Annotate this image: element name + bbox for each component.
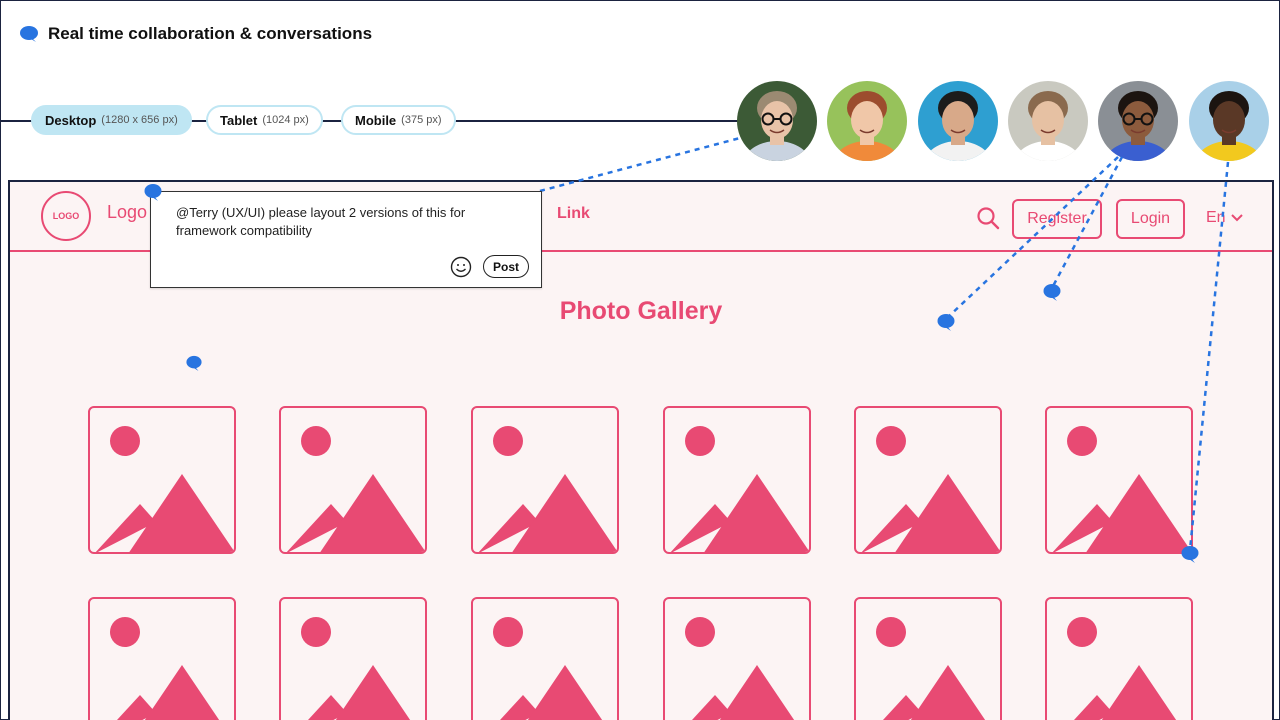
image-placeholder-icon xyxy=(110,617,220,720)
comment-pin-icon[interactable] xyxy=(937,313,955,331)
viewport-label: Tablet xyxy=(220,112,258,128)
chevron-down-icon xyxy=(1230,214,1243,222)
image-placeholder-icon xyxy=(876,617,986,720)
viewport-desktop-button[interactable]: Desktop (1280 x 656 px) xyxy=(31,105,192,135)
gallery-thumbnail[interactable] xyxy=(663,406,811,554)
image-placeholder-icon xyxy=(1067,617,1177,720)
comment-text[interactable]: @Terry (UX/UI) please layout 2 versions … xyxy=(176,204,506,240)
avatar-collaborator-6[interactable] xyxy=(1189,81,1269,161)
page-title: Real time collaboration & conversations xyxy=(48,24,373,43)
gallery-thumbnail[interactable] xyxy=(854,406,1002,554)
viewport-dims: (1280 x 656 px) xyxy=(101,114,178,126)
viewport-label: Desktop xyxy=(45,112,97,128)
image-placeholder-icon xyxy=(685,617,795,720)
gallery-thumbnail[interactable] xyxy=(279,406,427,554)
logo-text[interactable]: Logo xyxy=(107,202,147,223)
viewport-dims: (375 px) xyxy=(401,114,442,126)
smiley-icon[interactable] xyxy=(450,256,472,278)
image-placeholder-icon xyxy=(1052,426,1191,552)
image-placeholder-icon xyxy=(670,426,809,552)
comment-pin-icon[interactable] xyxy=(1181,545,1199,563)
gallery-title: Photo Gallery xyxy=(559,297,723,325)
comment-pin-icon[interactable] xyxy=(144,183,162,201)
image-placeholder-icon xyxy=(95,426,234,552)
image-placeholder-icon xyxy=(301,617,411,720)
gallery-thumbnail[interactable] xyxy=(88,597,236,720)
gallery-thumbnail[interactable] xyxy=(279,597,427,720)
language-selector[interactable]: En xyxy=(1206,209,1244,227)
comment-pin-icon[interactable] xyxy=(186,355,202,371)
gallery-thumbnail[interactable] xyxy=(854,597,1002,720)
register-button[interactable]: Register xyxy=(1012,199,1102,239)
language-label: En xyxy=(1206,209,1226,226)
nav-link[interactable]: Link xyxy=(557,205,590,223)
header: Real time collaboration & conversations xyxy=(20,24,372,44)
search-icon[interactable] xyxy=(976,206,1000,230)
login-button[interactable]: Login xyxy=(1116,199,1185,239)
comment-pin-icon[interactable] xyxy=(1043,283,1061,301)
gallery-thumbnail[interactable] xyxy=(1045,406,1193,554)
avatar-collaborator-5[interactable] xyxy=(1098,81,1178,161)
viewport-mobile-button[interactable]: Mobile (375 px) xyxy=(341,105,456,135)
avatar-collaborator-1[interactable] xyxy=(737,81,817,161)
image-placeholder-icon xyxy=(286,426,425,552)
viewport-label: Mobile xyxy=(355,112,397,128)
post-button[interactable]: Post xyxy=(483,255,529,278)
gallery-thumbnail[interactable] xyxy=(663,597,811,720)
avatar-collaborator-3[interactable] xyxy=(918,81,998,161)
speech-bubble-icon xyxy=(20,26,38,42)
gallery-thumbnail[interactable] xyxy=(471,406,619,554)
viewport-dims: (1024 px) xyxy=(262,114,309,126)
logo-badge[interactable]: LOGO xyxy=(41,191,91,241)
gallery-thumbnail[interactable] xyxy=(471,597,619,720)
viewport-tablet-button[interactable]: Tablet (1024 px) xyxy=(206,105,323,135)
image-placeholder-icon xyxy=(478,426,617,552)
gallery-thumbnail[interactable] xyxy=(88,406,236,554)
avatar-collaborator-4[interactable] xyxy=(1008,81,1088,161)
avatar-collaborator-2[interactable] xyxy=(827,81,907,161)
image-placeholder-icon xyxy=(861,426,1000,552)
comment-box[interactable]: @Terry (UX/UI) please layout 2 versions … xyxy=(150,191,542,288)
gallery-thumbnail[interactable] xyxy=(1045,597,1193,720)
image-placeholder-icon xyxy=(493,617,603,720)
